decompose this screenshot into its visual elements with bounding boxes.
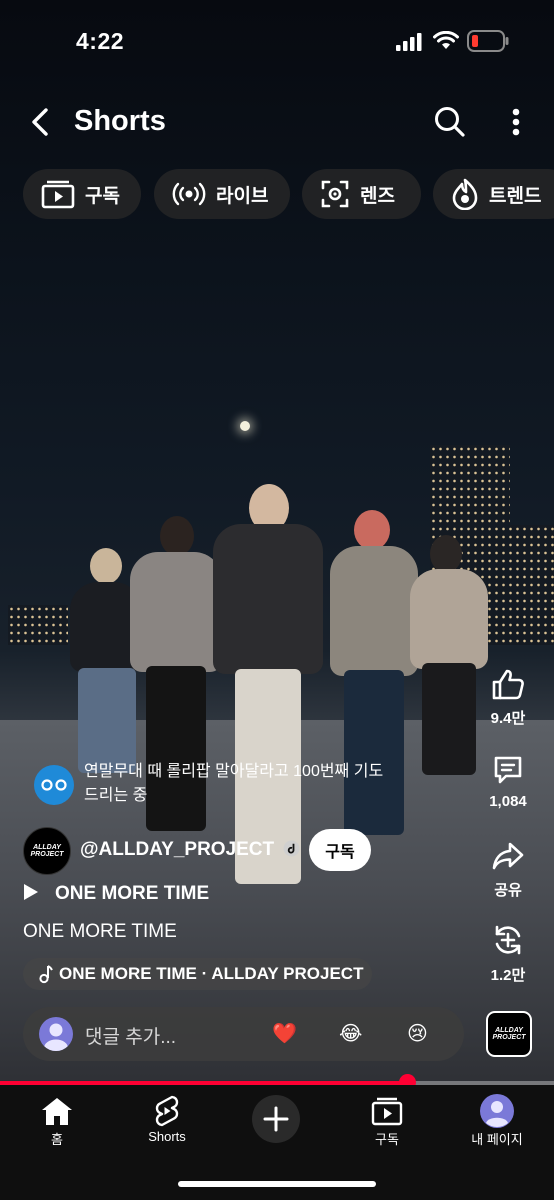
subscriptions-icon bbox=[371, 1097, 403, 1126]
comment-icon bbox=[494, 756, 522, 784]
top-comment[interactable]: 연말무대 때 롤리팝 말아달라고 100번째 기도 드리는 중 bbox=[23, 751, 399, 815]
person-icon bbox=[44, 1023, 68, 1051]
status-bar: 4:22 bbox=[0, 0, 554, 84]
plus-icon bbox=[263, 1106, 289, 1132]
chip-label: 구독 bbox=[85, 185, 120, 207]
dancer bbox=[213, 484, 323, 894]
back-button[interactable] bbox=[20, 102, 60, 142]
subscriptions-icon bbox=[41, 180, 75, 209]
remix-icon bbox=[495, 925, 521, 955]
chip-label: 렌즈 bbox=[360, 185, 395, 207]
official-artist-icon bbox=[283, 840, 300, 857]
page-title: Shorts bbox=[74, 105, 166, 137]
battery-icon bbox=[467, 30, 509, 52]
more-vert-icon bbox=[512, 108, 520, 136]
chip-label: 트렌드 bbox=[489, 185, 542, 207]
trending-icon bbox=[452, 178, 478, 210]
back-arrow-icon bbox=[32, 108, 48, 136]
thumbs-up-icon bbox=[492, 669, 524, 700]
wifi-icon bbox=[433, 31, 459, 49]
subscribe-button[interactable]: 구독 bbox=[309, 829, 371, 871]
play-icon bbox=[24, 884, 38, 900]
music-chip[interactable]: ONE MORE TIME · ALLDAY PROJECT bbox=[23, 958, 372, 990]
shorts-icon bbox=[155, 1095, 179, 1127]
chip-subscriptions[interactable]: 구독 bbox=[23, 169, 141, 219]
comment-count: 1,084 bbox=[489, 793, 527, 810]
create-button[interactable] bbox=[252, 1095, 300, 1143]
channel-handle-text: @ALLDAY_PROJECT bbox=[80, 839, 275, 860]
music-note-icon bbox=[39, 965, 53, 984]
like-button[interactable]: 9.4만 bbox=[480, 668, 536, 728]
user-avatar bbox=[39, 1017, 73, 1051]
eyes-icon bbox=[41, 779, 67, 791]
lens-icon bbox=[321, 180, 349, 208]
comment-bar[interactable]: 댓글 추가... ❤️ 😂 😢 bbox=[23, 1007, 464, 1061]
more-options-button[interactable] bbox=[498, 100, 534, 144]
add-comment-placeholder: 댓글 추가... bbox=[85, 1027, 177, 1048]
signal-icon bbox=[396, 33, 422, 51]
nav-label: 구독 bbox=[375, 1132, 399, 1147]
search-icon bbox=[435, 107, 465, 137]
live-icon bbox=[172, 182, 206, 206]
nav-label: 내 페이지 bbox=[471, 1132, 523, 1147]
nav-my-page[interactable]: 내 페이지 bbox=[452, 1093, 542, 1148]
chip-live[interactable]: 라이브 bbox=[154, 169, 290, 219]
nav-label: 홈 bbox=[51, 1132, 63, 1147]
video-description[interactable]: ONE MORE TIME bbox=[23, 921, 177, 943]
remix-count: 1.2만 bbox=[490, 967, 526, 984]
skyscraper bbox=[500, 525, 554, 645]
chip-lens[interactable]: 렌즈 bbox=[302, 169, 421, 219]
skyscraper bbox=[8, 605, 68, 645]
like-count: 9.4만 bbox=[490, 710, 526, 727]
nav-home[interactable]: 홈 bbox=[12, 1093, 102, 1148]
share-label: 공유 bbox=[494, 882, 522, 899]
avatar bbox=[480, 1094, 514, 1128]
sound-thumbnail-text: ALLDAY PROJECT bbox=[492, 1027, 526, 1041]
moon bbox=[240, 421, 250, 431]
dancer bbox=[410, 535, 488, 780]
clock: 4:22 bbox=[76, 28, 125, 54]
home-indicator bbox=[178, 1181, 376, 1187]
channel-logo-text: ALLDAY PROJECT bbox=[30, 844, 64, 858]
share-icon bbox=[492, 842, 524, 870]
nav-label: Shorts bbox=[148, 1129, 186, 1144]
top-comment-text: 연말무대 때 롤리팝 말아달라고 100번째 기도 드리는 중 bbox=[84, 763, 384, 804]
share-button[interactable]: 공유 bbox=[480, 840, 536, 900]
chip-label: 라이브 bbox=[216, 185, 269, 207]
channel-avatar[interactable]: ALLDAY PROJECT bbox=[23, 827, 71, 875]
nav-shorts[interactable]: Shorts bbox=[122, 1093, 212, 1144]
top-bar: Shorts bbox=[0, 92, 554, 150]
crying-emoji-button[interactable]: 😢 bbox=[407, 1020, 428, 1048]
comments-button[interactable]: 1,084 bbox=[480, 754, 536, 810]
nav-subscriptions[interactable]: 구독 bbox=[342, 1093, 432, 1148]
search-button[interactable] bbox=[428, 100, 472, 144]
playlist-link[interactable]: ONE MORE TIME bbox=[23, 883, 209, 905]
music-title: ONE MORE TIME · ALLDAY PROJECT bbox=[59, 964, 364, 983]
chip-trending[interactable]: 트렌드 bbox=[433, 169, 554, 219]
channel-handle[interactable]: @ALLDAY_PROJECT bbox=[80, 839, 300, 861]
playlist-title: ONE MORE TIME bbox=[55, 883, 210, 904]
commenter-avatar bbox=[34, 765, 74, 805]
sound-thumbnail[interactable]: ALLDAY PROJECT bbox=[486, 1011, 532, 1057]
home-icon bbox=[42, 1098, 72, 1125]
remix-button[interactable]: 1.2만 bbox=[480, 923, 536, 985]
heart-emoji-button[interactable]: ❤️ bbox=[272, 1020, 297, 1048]
laughing-emoji-button[interactable]: 😂 bbox=[339, 1020, 362, 1048]
